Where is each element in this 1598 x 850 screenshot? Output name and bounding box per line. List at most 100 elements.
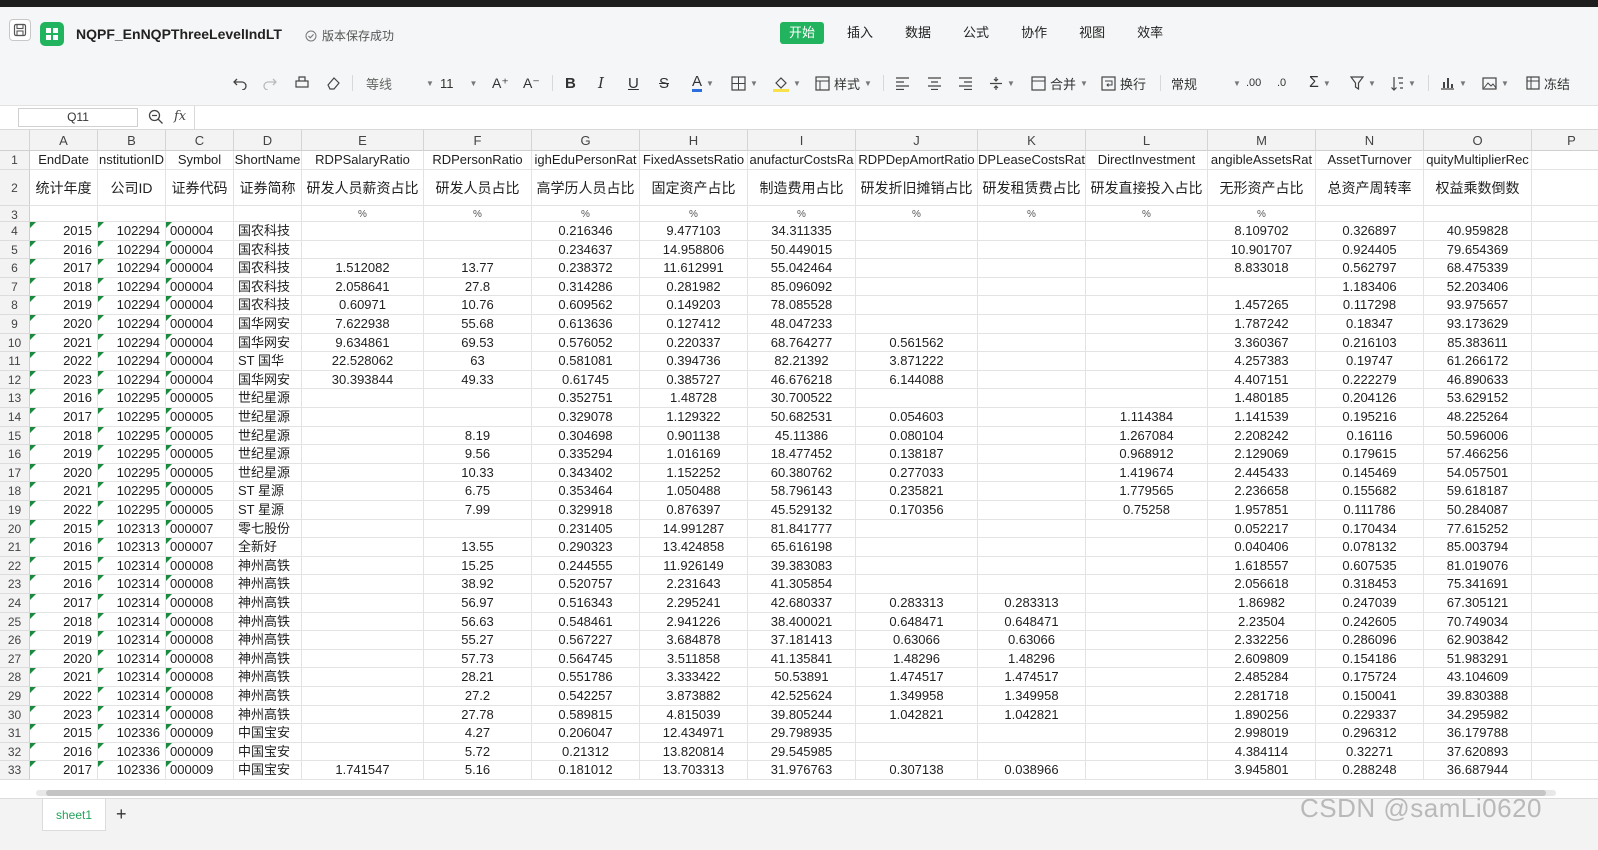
cell[interactable]: 0.290323 [532, 538, 640, 557]
cell[interactable]: 5.72 [424, 742, 532, 762]
undo-button[interactable] [232, 73, 248, 93]
cell[interactable] [1532, 613, 1598, 632]
cell[interactable]: 63 [424, 352, 532, 371]
cell[interactable]: 世纪星源 [234, 445, 302, 464]
cell[interactable] [302, 668, 424, 687]
cell[interactable]: 2017 [30, 408, 98, 427]
cell[interactable]: 0.32271 [1316, 742, 1424, 762]
cell[interactable]: 000005 [166, 463, 234, 483]
redo-button[interactable] [262, 73, 278, 93]
cell[interactable]: 59.618187 [1424, 482, 1532, 501]
column-header-k[interactable]: K [978, 130, 1086, 151]
cell[interactable]: FixedAssetsRatio [640, 151, 748, 170]
cell[interactable]: 37.620893 [1424, 742, 1532, 762]
row-header[interactable]: 24 [0, 594, 30, 613]
cell[interactable]: 9.477103 [640, 222, 748, 241]
cell[interactable]: 0.244555 [532, 556, 640, 576]
cell[interactable]: 0.394736 [640, 352, 748, 371]
row-header[interactable]: 10 [0, 333, 30, 353]
cell[interactable]: 2.058641 [302, 277, 424, 297]
cell[interactable]: 15.25 [424, 556, 532, 576]
cell[interactable]: 0.61745 [532, 370, 640, 390]
cell[interactable] [1532, 371, 1598, 390]
cell[interactable]: 000005 [166, 426, 234, 446]
fill-color-button[interactable]: ▼ [773, 73, 801, 93]
cell[interactable]: % [1086, 206, 1208, 222]
cell[interactable]: 39.805244 [748, 705, 856, 725]
cell[interactable]: 30.700522 [748, 389, 856, 408]
row-header[interactable]: 13 [0, 389, 30, 408]
cell[interactable]: 研发直接投入占比 [1086, 170, 1208, 206]
cell[interactable]: 0.648471 [978, 612, 1086, 632]
cell[interactable] [302, 408, 424, 427]
cell[interactable]: 1.474517 [856, 668, 978, 687]
cell[interactable]: % [748, 206, 856, 222]
cell[interactable] [978, 575, 1086, 594]
cell[interactable] [856, 259, 978, 278]
cell[interactable]: 61.266172 [1424, 352, 1532, 371]
cell[interactable]: ighEduPersonRat [532, 151, 640, 170]
cell[interactable]: 神州高铁 [234, 649, 302, 669]
cell[interactable]: 10.33 [424, 463, 532, 483]
cell[interactable]: 102294 [98, 222, 166, 241]
cell[interactable]: 0.238372 [532, 259, 640, 278]
row-header[interactable]: 6 [0, 259, 30, 278]
cell[interactable]: 2017 [30, 259, 98, 278]
cell[interactable] [302, 482, 424, 501]
cell[interactable]: 0.145469 [1316, 463, 1424, 483]
cell[interactable]: 85.003794 [1424, 538, 1532, 557]
cell[interactable]: 0.150041 [1316, 687, 1424, 706]
cell[interactable]: 102294 [98, 296, 166, 315]
cell[interactable]: 85.383611 [1424, 333, 1532, 353]
cell[interactable]: 0.220337 [640, 333, 748, 353]
cell[interactable]: 102314 [98, 668, 166, 687]
cell[interactable]: 102294 [98, 370, 166, 390]
cell[interactable]: 1.042821 [978, 705, 1086, 725]
cell[interactable]: 2019 [30, 445, 98, 464]
column-header-f[interactable]: F [424, 130, 532, 151]
cell[interactable] [1532, 445, 1598, 464]
cell[interactable]: 4.257383 [1208, 352, 1316, 371]
cell[interactable]: 0.318453 [1316, 575, 1424, 594]
cell[interactable] [1532, 241, 1598, 260]
row-header[interactable]: 29 [0, 687, 30, 706]
cell[interactable] [1532, 575, 1598, 594]
cell[interactable]: 1.183406 [1316, 277, 1424, 297]
cell[interactable]: 总资产周转率 [1316, 170, 1424, 206]
cell[interactable]: 2.609809 [1208, 649, 1316, 669]
cell[interactable]: 神州高铁 [234, 594, 302, 613]
cell[interactable] [1086, 370, 1208, 390]
cell[interactable]: 14.958806 [640, 240, 748, 260]
cell[interactable]: 3.945801 [1208, 761, 1316, 780]
cell[interactable]: 34.295982 [1424, 705, 1532, 725]
cell[interactable]: 0.170434 [1316, 519, 1424, 539]
cell[interactable]: 神州高铁 [234, 556, 302, 576]
cell[interactable]: 0.901138 [640, 426, 748, 446]
cell[interactable] [1532, 501, 1598, 520]
cell[interactable] [302, 575, 424, 594]
cell[interactable]: 统计年度 [30, 170, 98, 206]
cell[interactable]: 48.047233 [748, 315, 856, 334]
align-right-button[interactable] [958, 73, 973, 93]
cell[interactable]: % [302, 206, 424, 222]
cell[interactable] [1086, 687, 1208, 706]
cell[interactable]: 10.901707 [1208, 240, 1316, 260]
cell[interactable]: 000008 [166, 612, 234, 632]
cell[interactable]: 0.216346 [532, 222, 640, 241]
cell[interactable]: 0.078132 [1316, 538, 1424, 557]
cell[interactable] [978, 501, 1086, 520]
decrease-font-button[interactable]: A⁻ [523, 73, 540, 93]
cell[interactable]: 研发折旧摊销占比 [856, 170, 978, 206]
cell[interactable] [856, 538, 978, 557]
cell[interactable]: 国农科技 [234, 222, 302, 241]
cell[interactable]: 102295 [98, 463, 166, 483]
row-header[interactable]: 11 [0, 352, 30, 371]
cell[interactable]: 000005 [166, 408, 234, 427]
cell[interactable]: 2015 [30, 724, 98, 743]
cell[interactable]: 81.841777 [748, 519, 856, 539]
cell[interactable] [978, 352, 1086, 371]
cell[interactable]: 0.564745 [532, 649, 640, 669]
cell[interactable] [1086, 705, 1208, 725]
cell[interactable] [1532, 222, 1598, 241]
cell[interactable]: 000008 [166, 575, 234, 594]
